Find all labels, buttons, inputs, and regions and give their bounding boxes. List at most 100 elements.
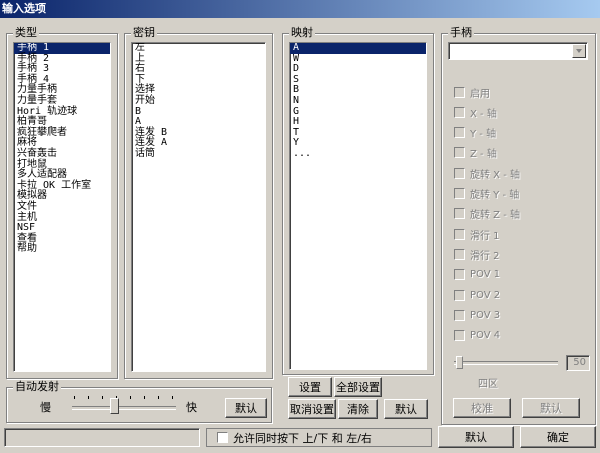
type-listbox[interactable]: 手柄 1 手柄 2 手柄 3 手柄 4 力量手柄 力量手套 Hori 轨迹球 柏青哥 疯狂攀爬者… xyxy=(13,42,111,372)
controller-option-row: POV 2 xyxy=(454,288,500,302)
controller-option-row: Z - 轴 xyxy=(454,146,497,160)
map-list-item[interactable]: ... xyxy=(290,148,426,160)
autofire-slider-tick xyxy=(88,396,89,399)
controller-option-checkbox[interactable] xyxy=(454,289,465,301)
map-list-item[interactable]: N xyxy=(290,95,426,107)
controller-option-checkbox[interactable] xyxy=(454,269,465,281)
key-list-item[interactable]: 左 xyxy=(132,43,265,54)
key-list-item[interactable]: B xyxy=(132,106,265,118)
type-list-item[interactable]: 帮助 xyxy=(14,244,110,255)
controller-option-checkbox[interactable] xyxy=(454,86,465,98)
allow-simultaneous-label: 允许同时按下 上/下 和 左/右 xyxy=(233,431,372,445)
map-list-item[interactable]: T xyxy=(290,127,426,139)
type-group: 类型 手柄 1 手柄 2 手柄 3 手柄 4 力量手柄 力量手套 Hori 轨迹球 柏青哥 疯狂… xyxy=(6,26,118,379)
controller-option-row: X - 轴 xyxy=(454,105,497,120)
controller-option-checkbox[interactable] xyxy=(454,208,465,220)
controller-option-label: 滑行 1 xyxy=(470,230,500,242)
autofire-slider-tick xyxy=(102,396,103,399)
deadzone-slider-track[interactable] xyxy=(454,361,558,365)
autofire-slider-tick xyxy=(130,396,131,399)
controller-option-label: Z - 轴 xyxy=(470,149,497,161)
status-field xyxy=(4,428,200,447)
ok-button[interactable]: 确定 xyxy=(520,426,596,448)
map-list-item[interactable]: H xyxy=(290,117,426,128)
controller-option-checkbox[interactable] xyxy=(454,228,465,240)
controller-option-label: POV 2 xyxy=(470,289,501,301)
controller-option-row: 旋转 Z - 轴 xyxy=(454,207,520,221)
map-default-button[interactable]: 默认 xyxy=(384,399,428,419)
controller-option-row: POV 1 xyxy=(454,268,500,282)
key-list-item[interactable]: 开始 xyxy=(132,95,265,107)
controller-option-checkbox[interactable] xyxy=(454,330,465,342)
type-list-item[interactable]: 兴奋轰击 xyxy=(14,148,110,160)
controller-option-label: Y - 轴 xyxy=(470,129,497,141)
key-group: 密钥 左上右下选择 开始 B A 连发 B 连发 A 话筒 xyxy=(124,26,273,379)
deadzone-label: 四区 xyxy=(478,379,498,390)
controller-option-row: 滑行 1 xyxy=(454,227,500,242)
clear-button[interactable]: 清除 xyxy=(338,399,378,419)
controller-option-row: 旋转 Y - 轴 xyxy=(454,187,519,201)
controller-option-label: POV 1 xyxy=(470,269,501,281)
controller-option-label: 启用 xyxy=(470,88,490,100)
deadzone-value-field[interactable]: 50 xyxy=(566,355,590,371)
map-list-item[interactable]: G xyxy=(290,106,426,118)
controller-option-checkbox[interactable] xyxy=(454,188,465,199)
set-button[interactable]: 设置 xyxy=(288,377,332,397)
allow-simultaneous-checkbox[interactable] xyxy=(217,432,228,443)
controller-option-checkbox[interactable] xyxy=(454,248,465,260)
controller-option-label: X - 轴 xyxy=(470,108,497,120)
map-list-item[interactable]: D xyxy=(290,64,426,75)
deadzone-value: 50 xyxy=(573,357,586,368)
autofire-slider-tick xyxy=(144,396,145,399)
controller-option-label: 旋转 X - 轴 xyxy=(470,169,520,181)
controller-option-row: 滑行 2 xyxy=(454,247,500,262)
controller-option-row: POV 4 xyxy=(454,329,500,343)
controller-option-label: 旋转 Z - 轴 xyxy=(470,210,520,222)
controller-option-label: POV 3 xyxy=(470,309,501,321)
map-list-item[interactable]: S xyxy=(290,74,426,86)
autofire-default-button[interactable]: 默认 xyxy=(225,398,267,418)
map-list-item[interactable]: W xyxy=(290,53,426,65)
autofire-slow-label: 慢 xyxy=(40,401,51,414)
type-list-item[interactable]: 文件 xyxy=(14,201,110,213)
controller-option-row: Y - 轴 xyxy=(454,126,496,140)
map-list-item[interactable]: A xyxy=(290,43,426,54)
set-all-button[interactable]: 全部设置 xyxy=(334,377,382,397)
type-list-item[interactable]: 手柄 1 xyxy=(14,43,110,54)
allow-simultaneous-checkbox-area[interactable]: 允许同时按下 上/下 和 左/右 xyxy=(206,428,432,447)
calibrate-button[interactable]: 校准 xyxy=(453,398,511,418)
key-listbox[interactable]: 左上右下选择 开始 B A 连发 B 连发 A 话筒 xyxy=(131,42,266,372)
controller-option-row: POV 3 xyxy=(454,308,500,322)
controller-dropdown[interactable] xyxy=(448,42,588,60)
controller-option-label: 旋转 Y - 轴 xyxy=(470,190,520,201)
type-list-item[interactable]: 力量手套 xyxy=(14,95,110,107)
window-title: 输入选项 xyxy=(0,0,600,18)
deadzone-slider-thumb[interactable] xyxy=(456,356,463,369)
autofire-slider-track[interactable] xyxy=(72,406,176,410)
key-list-item[interactable]: 上 xyxy=(132,53,265,65)
controller-option-checkbox[interactable] xyxy=(454,127,465,139)
autofire-slider-thumb[interactable] xyxy=(110,398,119,414)
key-list-item[interactable]: 话筒 xyxy=(132,148,265,160)
controller-option-checkbox[interactable] xyxy=(454,167,465,179)
key-list-item[interactable]: 右 xyxy=(132,64,265,75)
controller-option-checkbox[interactable] xyxy=(454,147,465,159)
map-list-item[interactable]: B xyxy=(290,85,426,96)
autofire-slider-tick xyxy=(158,396,159,399)
map-listbox[interactable]: A W D S B N G H T Y... xyxy=(289,42,427,370)
autofire-slider-tick xyxy=(74,396,75,399)
controller-default-button[interactable]: 默认 xyxy=(522,398,580,418)
autofire-group-label: 自动发射 xyxy=(13,380,61,394)
autofire-slider-tick xyxy=(172,396,173,399)
controller-option-checkbox[interactable] xyxy=(454,106,465,118)
bottom-default-button[interactable]: 默认 xyxy=(438,426,514,448)
map-group-label: 映射 xyxy=(289,26,315,40)
controller-option-label: 滑行 2 xyxy=(470,250,500,262)
controller-option-row: 启用 xyxy=(454,85,490,100)
cancel-set-button[interactable]: 取消设置 xyxy=(288,399,336,419)
map-group: 映射 A W D S B N G H T Y... xyxy=(282,26,434,375)
controller-option-checkbox[interactable] xyxy=(454,309,465,321)
autofire-fast-label: 快 xyxy=(186,401,197,414)
chevron-down-icon[interactable] xyxy=(572,44,586,58)
key-group-label: 密钥 xyxy=(131,26,157,40)
